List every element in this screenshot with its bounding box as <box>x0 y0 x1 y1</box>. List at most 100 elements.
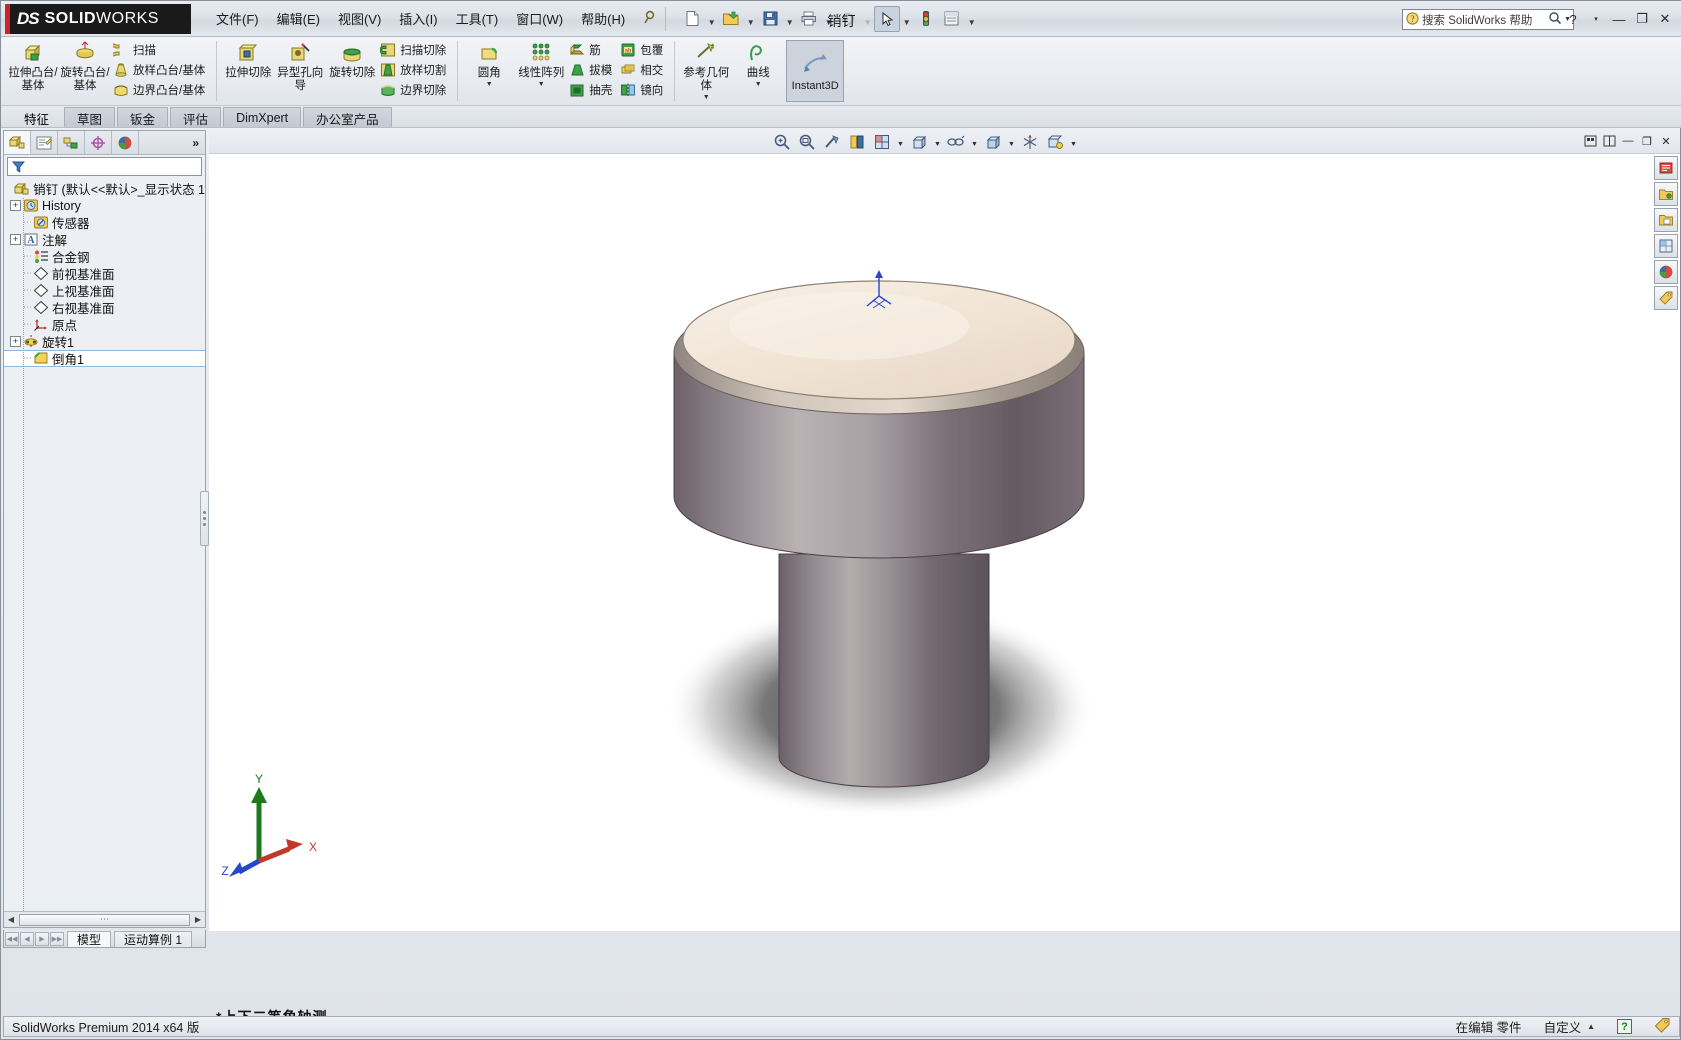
expand-panel-icon[interactable]: » <box>186 131 205 154</box>
extrude-cut-button[interactable]: 拉伸切除 <box>222 37 274 105</box>
boundary-boss-button[interactable]: 边界凸台/基体 <box>111 80 211 100</box>
print-icon[interactable] <box>796 6 822 32</box>
tab-dimxpert[interactable]: DimXpert <box>223 107 301 127</box>
scroll-thumb[interactable]: ⋯ <box>19 914 190 926</box>
new-doc-dropdown-icon[interactable]: ▼ <box>705 6 718 32</box>
display-style-dropdown-icon[interactable]: ▼ <box>932 131 943 153</box>
tree-item-part-root[interactable]: 销钉 (默认<<默认>_显示状态 1 <box>4 180 205 197</box>
view-settings-icon[interactable] <box>1043 131 1067 153</box>
tree-item-right-plane[interactable]: ⋯ 右视基准面 <box>4 299 205 316</box>
tab-last-icon[interactable]: ▶▶ <box>50 932 64 946</box>
fillet-button[interactable]: 圆角 ▼ <box>463 37 515 105</box>
shell-button[interactable]: 抽壳 <box>567 80 618 100</box>
view-orientation-icon[interactable] <box>870 131 894 153</box>
menu-window[interactable]: 窗口(W) <box>507 5 572 32</box>
menu-edit[interactable]: 编辑(E) <box>268 5 329 32</box>
extrude-boss-button[interactable]: 拉伸凸台/基体 <box>7 37 59 105</box>
loft-cut-button[interactable]: 放样切割 <box>378 60 452 80</box>
tab-first-icon[interactable]: ◀◀ <box>5 932 19 946</box>
traffic-light-icon[interactable] <box>913 6 939 32</box>
linear-pattern-dropdown-icon[interactable]: ▼ <box>538 81 545 89</box>
custom-properties-icon[interactable] <box>1654 286 1678 310</box>
menu-tools[interactable]: 工具(T) <box>447 5 508 32</box>
property-manager-icon[interactable] <box>31 131 58 154</box>
design-library-icon[interactable] <box>1654 182 1678 206</box>
graphics-viewport[interactable]: Y X Z <box>209 154 1680 931</box>
tab-prev-icon[interactable]: ◀ <box>20 932 34 946</box>
draft-button[interactable]: 拔模 <box>567 60 618 80</box>
linear-pattern-button[interactable]: 线性阵列 ▼ <box>515 37 567 105</box>
instant3d-button[interactable]: Instant3D <box>786 40 844 102</box>
select-dropdown-icon[interactable]: ▼ <box>900 6 913 32</box>
hide-show-dropdown-icon[interactable]: ▼ <box>969 131 980 153</box>
display-manager-icon[interactable] <box>112 131 139 154</box>
open-dropdown-icon[interactable]: ▼ <box>744 6 757 32</box>
tab-model[interactable]: 模型 <box>67 931 111 947</box>
save-dropdown-icon[interactable]: ▼ <box>783 6 796 32</box>
view-orientation-dropdown-icon[interactable]: ▼ <box>895 131 906 153</box>
tab-sheetmetal[interactable]: 钣金 <box>117 107 168 127</box>
minimize-icon[interactable]: — <box>1620 133 1636 149</box>
tab-evaluate[interactable]: 评估 <box>170 107 221 127</box>
revolve-cut-button[interactable]: 旋转切除 <box>326 37 378 105</box>
search-input[interactable]: 搜索 SolidWorks 帮助 <box>1422 12 1548 28</box>
tile-icon[interactable] <box>1601 133 1617 149</box>
zoom-to-area-icon[interactable] <box>795 131 819 153</box>
solidworks-resources-icon[interactable] <box>1654 156 1678 180</box>
hide-show-items-icon[interactable] <box>944 131 968 153</box>
search-icon[interactable] <box>1548 11 1562 28</box>
close-button[interactable]: ✕ <box>1654 9 1676 29</box>
rib-button[interactable]: 筋 <box>567 40 618 60</box>
expand-annotations-icon[interactable]: + <box>10 234 21 245</box>
view-settings-dropdown-icon[interactable]: ▼ <box>1068 131 1079 153</box>
scroll-right-icon[interactable]: ▶ <box>191 915 205 924</box>
pin-icon[interactable] <box>640 9 660 28</box>
maximize-icon[interactable]: ❐ <box>1639 133 1655 149</box>
menu-help[interactable]: 帮助(H) <box>572 5 634 32</box>
intersect-button[interactable]: 相交 <box>618 60 669 80</box>
appearances-dropdown-icon[interactable]: ▼ <box>1006 131 1017 153</box>
display-style-icon[interactable] <box>907 131 931 153</box>
mirror-button[interactable]: 镜向 <box>618 80 669 100</box>
tree-item-material[interactable]: ⋯ 合金钢 <box>4 248 205 265</box>
tree-item-sensors[interactable]: ⋯ 传感器 <box>4 214 205 231</box>
reference-geometry-dropdown-icon[interactable]: ▼ <box>703 94 710 102</box>
revolve-boss-button[interactable]: 旋转凸台/基体 <box>59 37 111 105</box>
tab-next-icon[interactable]: ▶ <box>35 932 49 946</box>
expand-history-icon[interactable]: + <box>10 200 21 211</box>
tag-icon[interactable] <box>1654 1017 1671 1036</box>
tree-filter-box[interactable] <box>7 157 202 176</box>
appearances-icon[interactable] <box>981 131 1005 153</box>
view-palette-icon[interactable] <box>1654 234 1678 258</box>
custom-units-label[interactable]: 自定义 <box>1544 1017 1582 1036</box>
reference-geometry-button[interactable]: 参考几何体 ▼ <box>680 37 732 105</box>
hole-wizard-button[interactable]: 异型孔向导 <box>274 37 326 105</box>
fillet-dropdown-icon[interactable]: ▼ <box>486 81 493 89</box>
tab-motion-study[interactable]: 运动算例 1 <box>114 931 192 947</box>
tree-item-front-plane[interactable]: ⋯ 前视基准面 <box>4 265 205 282</box>
print-dropdown-icon[interactable]: ▼ <box>822 6 835 32</box>
loft-boss-button[interactable]: 放样凸台/基体 <box>111 60 211 80</box>
feature-manager-icon[interactable] <box>4 131 31 154</box>
tree-item-annotations[interactable]: + A 注解 <box>4 231 205 248</box>
menu-file[interactable]: 文件(F) <box>207 5 268 32</box>
help-button[interactable]: ? <box>1562 9 1584 29</box>
previous-view-icon[interactable] <box>820 131 844 153</box>
menu-insert[interactable]: 插入(I) <box>390 5 446 32</box>
scene-icon[interactable] <box>1018 131 1042 153</box>
tree-item-history[interactable]: + History <box>4 197 205 214</box>
menu-view[interactable]: 视图(V) <box>329 5 390 32</box>
units-dropdown-icon[interactable]: ▲ <box>1587 1022 1595 1031</box>
tree-item-top-plane[interactable]: ⋯ 上视基准面 <box>4 282 205 299</box>
section-view-icon[interactable] <box>845 131 869 153</box>
undo-icon[interactable] <box>835 6 861 32</box>
new-doc-icon[interactable] <box>679 6 705 32</box>
appearances-scenes-icon[interactable] <box>1654 260 1678 284</box>
configuration-manager-icon[interactable] <box>58 131 85 154</box>
options-icon[interactable] <box>939 6 965 32</box>
select-arrow-icon[interactable] <box>874 6 900 32</box>
search-help-box[interactable]: ? 搜索 SolidWorks 帮助 ▼ <box>1402 9 1574 30</box>
restore-all-icon[interactable] <box>1582 133 1598 149</box>
scroll-left-icon[interactable]: ◀ <box>4 915 18 924</box>
panel-splitter-handle[interactable] <box>200 491 209 546</box>
